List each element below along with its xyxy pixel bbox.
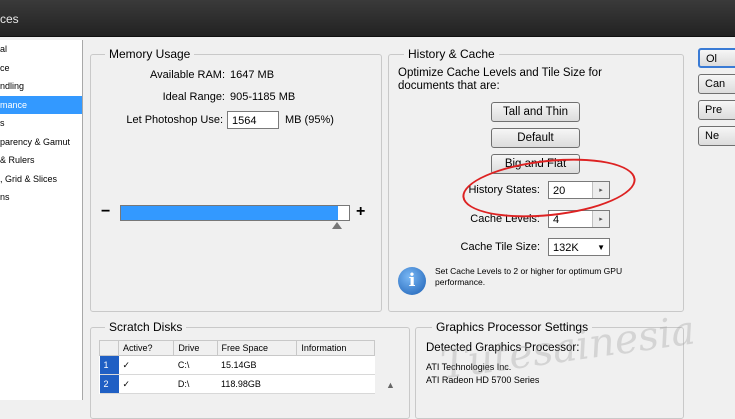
sidebar-item-file-handling[interactable]: ndling <box>0 77 82 96</box>
window-title: ces <box>0 12 19 26</box>
table-row[interactable]: 2 ✓ D:\ 118.98GB <box>99 374 375 394</box>
memory-increase-icon[interactable]: + <box>356 203 365 221</box>
scratch-disks-title: Scratch Disks <box>105 320 187 334</box>
ok-button[interactable]: Ol <box>698 48 735 68</box>
header-active: Active? <box>117 340 175 356</box>
memory-slider[interactable] <box>120 205 350 221</box>
information-cell <box>296 374 375 394</box>
header-free-space: Free Space <box>216 340 298 356</box>
next-button[interactable]: Ne <box>698 126 735 146</box>
let-photoshop-use-label: Let Photoshop Use: <box>126 114 223 126</box>
sidebar-item-interface[interactable]: ce <box>0 59 82 78</box>
available-ram-label: Available RAM: <box>150 69 225 81</box>
available-ram-value: 1647 MB <box>230 69 275 81</box>
cache-levels-spin-icon[interactable]: ▸ <box>592 211 609 227</box>
tall-and-thin-button[interactable]: Tall and Thin <box>491 102 580 122</box>
default-button[interactable]: Default <box>491 128 580 148</box>
active-checkbox[interactable]: ✓ <box>118 355 174 375</box>
cache-description: Optimize Cache Levels and Tile Size for … <box>398 67 602 92</box>
header-number <box>99 340 119 356</box>
sidebar-item-general[interactable]: al <box>0 40 82 59</box>
sidebar-item-guides-grid[interactable]: , Grid & Slices <box>0 170 82 189</box>
free-space-cell: 15.14GB <box>217 355 297 375</box>
memory-slider-fill <box>121 206 338 220</box>
title-bar: ces <box>0 0 735 37</box>
preferences-sidebar: al ce ndling mance s parency & Gamut & R… <box>0 40 83 400</box>
memory-decrease-icon[interactable]: − <box>101 203 110 221</box>
memory-usage-title: Memory Usage <box>105 47 195 61</box>
drive-cell: C:\ <box>173 355 217 375</box>
move-up-icon[interactable]: ▲ <box>386 380 395 390</box>
cache-tile-size-value: 132K <box>553 242 579 254</box>
active-checkbox[interactable]: ✓ <box>118 374 174 394</box>
table-row[interactable]: 1 ✓ C:\ 15.14GB <box>99 355 375 375</box>
memory-use-input[interactable]: 1564 <box>227 111 279 129</box>
info-icon: i <box>398 267 426 295</box>
scratch-disks-table: Active? Drive Free Space Information 1 ✓… <box>99 340 375 394</box>
sidebar-item-cursors[interactable]: s <box>0 114 82 133</box>
cache-tile-size-label: Cache Tile Size: <box>460 241 540 253</box>
cache-tile-size-select[interactable]: 132K ▼ <box>548 238 610 256</box>
gpu-cache-note: Set Cache Levels to 2 or higher for opti… <box>435 266 623 287</box>
sidebar-item-units-rulers[interactable]: & Rulers <box>0 151 82 170</box>
header-drive: Drive <box>173 340 218 356</box>
header-information: Information <box>296 340 375 356</box>
sidebar-item-performance[interactable]: mance <box>0 95 82 114</box>
cancel-button[interactable]: Can <box>698 74 735 94</box>
sidebar-item-plugins[interactable]: ns <box>0 188 82 207</box>
history-cache-title: History & Cache <box>404 47 499 61</box>
information-cell <box>296 355 375 375</box>
ideal-range-label: Ideal Range: <box>162 91 225 103</box>
memory-slider-thumb[interactable] <box>332 222 342 229</box>
table-header-row: Active? Drive Free Space Information <box>99 340 375 356</box>
sidebar-item-transparency[interactable]: parency & Gamut <box>0 133 82 152</box>
cache-levels-value: 4 <box>553 214 560 226</box>
free-space-cell: 118.98GB <box>217 374 297 394</box>
row-number: 2 <box>99 374 119 394</box>
chevron-down-icon: ▼ <box>597 243 605 252</box>
ideal-range-value: 905-1185 MB <box>230 91 296 103</box>
prev-button[interactable]: Pre <box>698 100 735 120</box>
row-number: 1 <box>99 355 119 375</box>
memory-use-suffix: MB (95%) <box>285 114 334 126</box>
drive-cell: D:\ <box>173 374 217 394</box>
